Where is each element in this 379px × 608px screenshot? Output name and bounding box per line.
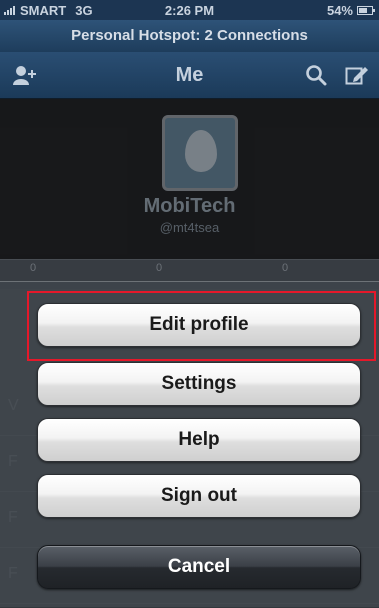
settings-button[interactable]: Settings	[37, 362, 361, 406]
sign-out-button[interactable]: Sign out	[37, 474, 361, 518]
battery-status: 54%	[326, 3, 375, 18]
compose-icon	[345, 67, 368, 85]
nav-bar: Me	[0, 52, 379, 99]
help-button[interactable]: Help	[37, 418, 361, 462]
hotspot-banner[interactable]: Personal Hotspot: 2 Connections	[0, 20, 379, 52]
status-bar: SMART 3G 2:26 PM 54%	[0, 0, 379, 20]
search-icon	[306, 65, 327, 86]
compose-button[interactable]	[337, 52, 377, 98]
highlight-annotation	[27, 291, 376, 361]
cancel-button[interactable]: Cancel	[37, 545, 361, 589]
battery-percent: 54%	[326, 3, 353, 18]
battery-icon	[357, 6, 375, 15]
status-time: 2:26 PM	[164, 3, 215, 18]
search-button[interactable]	[296, 52, 336, 98]
